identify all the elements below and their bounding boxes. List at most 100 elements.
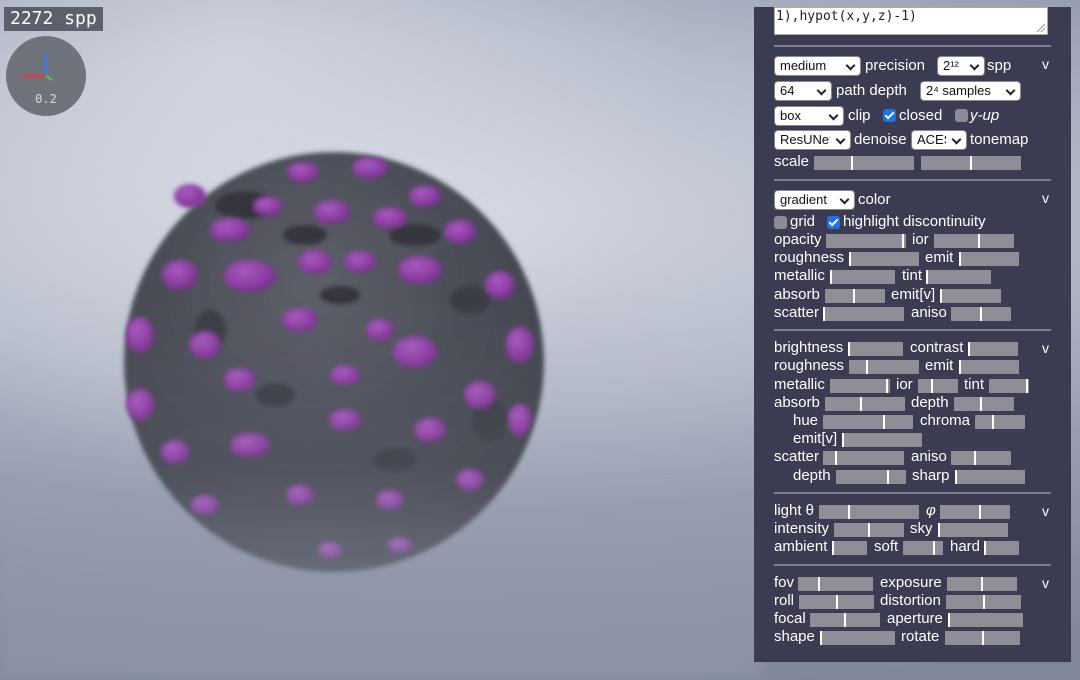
roll-slider[interactable] xyxy=(799,595,874,609)
distortion-slider[interactable] xyxy=(946,595,1021,609)
slider-thumb[interactable] xyxy=(959,360,961,374)
roughness2-slider[interactable] xyxy=(849,360,919,374)
shape-slider[interactable] xyxy=(820,631,895,645)
fov-slider[interactable] xyxy=(798,577,873,591)
roughness-slider[interactable] xyxy=(849,252,919,266)
slider-thumb[interactable] xyxy=(851,156,854,170)
metallic2-slider[interactable] xyxy=(830,379,890,393)
slider-thumb[interactable] xyxy=(981,631,984,645)
hard-slider[interactable] xyxy=(984,541,1019,555)
contrast-slider[interactable] xyxy=(968,342,1018,356)
slider-thumb[interactable] xyxy=(980,397,983,411)
slider-thumb[interactable] xyxy=(970,156,972,170)
depth2-slider[interactable] xyxy=(836,470,906,484)
slider-thumb[interactable] xyxy=(834,451,837,465)
scale-slider-a[interactable] xyxy=(814,156,914,170)
light-theta-slider[interactable] xyxy=(819,505,919,519)
absorb2-slider[interactable] xyxy=(825,397,905,411)
intensity-slider[interactable] xyxy=(834,523,904,537)
tint2-slider[interactable] xyxy=(989,379,1029,393)
slider-thumb[interactable] xyxy=(932,541,935,555)
slider-thumb[interactable] xyxy=(974,451,977,465)
slider-thumb[interactable] xyxy=(981,577,983,591)
exposure-slider[interactable] xyxy=(947,577,1017,591)
slider-thumb[interactable] xyxy=(902,234,905,248)
aniso2-slider[interactable] xyxy=(951,451,1011,465)
focal-slider[interactable] xyxy=(810,613,880,627)
slider-thumb[interactable] xyxy=(982,595,985,609)
light-collapse-toggle[interactable]: v xyxy=(1042,502,1049,520)
absorb-slider[interactable] xyxy=(825,289,885,303)
slider-thumb[interactable] xyxy=(980,307,982,321)
rotate-slider[interactable] xyxy=(945,631,1020,645)
expression-textarea[interactable]: 1),hypot(x,y,z)-1) xyxy=(774,7,1048,35)
slider-thumb[interactable] xyxy=(979,505,982,519)
slider-thumb[interactable] xyxy=(882,415,885,429)
slider-thumb[interactable] xyxy=(860,397,863,411)
soft-slider[interactable] xyxy=(903,541,943,555)
ior-slider[interactable] xyxy=(934,234,1014,248)
hue-slider[interactable] xyxy=(823,415,913,429)
slider-thumb[interactable] xyxy=(887,470,889,484)
path-depth-select[interactable]: 64 xyxy=(774,81,832,101)
slider-thumb[interactable] xyxy=(820,631,822,645)
slider-thumb[interactable] xyxy=(868,523,870,537)
ambient-slider[interactable] xyxy=(832,541,867,555)
denoise-select[interactable]: ResUNet xyxy=(774,130,851,150)
slider-thumb[interactable] xyxy=(848,342,850,356)
depth-slider[interactable] xyxy=(954,397,1014,411)
slider-thumb[interactable] xyxy=(835,595,838,609)
opacity-slider[interactable] xyxy=(826,234,906,248)
slider-thumb[interactable] xyxy=(984,541,986,555)
slider-thumb[interactable] xyxy=(948,613,950,627)
layer2-collapse-toggle[interactable]: v xyxy=(1042,339,1049,357)
metallic-slider[interactable] xyxy=(830,270,895,284)
yup-checkbox[interactable] xyxy=(955,109,968,122)
sharp-slider[interactable] xyxy=(955,470,1025,484)
scale-slider-b[interactable] xyxy=(921,156,1021,170)
emitv-slider[interactable] xyxy=(940,289,1001,303)
scatter2-slider[interactable] xyxy=(823,451,904,465)
slider-thumb[interactable] xyxy=(955,470,957,484)
emit-slider[interactable] xyxy=(959,252,1019,266)
chroma-slider[interactable] xyxy=(975,415,1025,429)
slider-thumb[interactable] xyxy=(940,289,942,303)
color-select[interactable]: gradient xyxy=(774,190,855,210)
slider-thumb[interactable] xyxy=(991,415,994,429)
material-collapse-toggle[interactable]: v xyxy=(1042,189,1049,207)
slider-thumb[interactable] xyxy=(830,270,832,284)
slider-thumb[interactable] xyxy=(866,360,868,374)
emitv2-slider[interactable] xyxy=(842,433,922,447)
highlight-checkbox[interactable] xyxy=(827,216,840,229)
slider-thumb[interactable] xyxy=(842,433,844,447)
ior2-slider[interactable] xyxy=(918,379,958,393)
tint-slider[interactable] xyxy=(926,270,991,284)
slider-thumb[interactable] xyxy=(931,379,934,393)
spp-select[interactable]: 2¹² xyxy=(937,56,985,76)
slider-thumb[interactable] xyxy=(959,252,961,266)
aperture-slider[interactable] xyxy=(948,613,1023,627)
axis-gizmo[interactable]: 0.2 xyxy=(6,36,86,116)
slider-thumb[interactable] xyxy=(926,270,928,284)
precision-select[interactable]: medium xyxy=(774,56,861,76)
closed-checkbox[interactable] xyxy=(883,109,896,122)
sky-slider[interactable] xyxy=(938,523,1008,537)
brightness-slider[interactable] xyxy=(848,342,903,356)
slider-thumb[interactable] xyxy=(844,613,846,627)
slider-thumb[interactable] xyxy=(852,289,855,303)
slider-thumb[interactable] xyxy=(968,342,970,356)
slider-thumb[interactable] xyxy=(823,307,825,321)
clip-select[interactable]: box xyxy=(774,106,844,126)
grid-checkbox[interactable] xyxy=(774,216,787,229)
tonemap-select[interactable]: ACES xyxy=(911,130,967,150)
camera-collapse-toggle[interactable]: v xyxy=(1042,574,1049,592)
emit2-slider[interactable] xyxy=(959,360,1019,374)
slider-thumb[interactable] xyxy=(818,577,821,591)
resize-grip-icon[interactable] xyxy=(1037,24,1045,32)
slider-thumb[interactable] xyxy=(1025,379,1028,393)
slider-thumb[interactable] xyxy=(848,505,851,519)
scatter-slider[interactable] xyxy=(823,307,904,321)
slider-thumb[interactable] xyxy=(832,541,834,555)
aniso-slider[interactable] xyxy=(951,307,1011,321)
render-collapse-toggle[interactable]: v xyxy=(1042,55,1049,73)
